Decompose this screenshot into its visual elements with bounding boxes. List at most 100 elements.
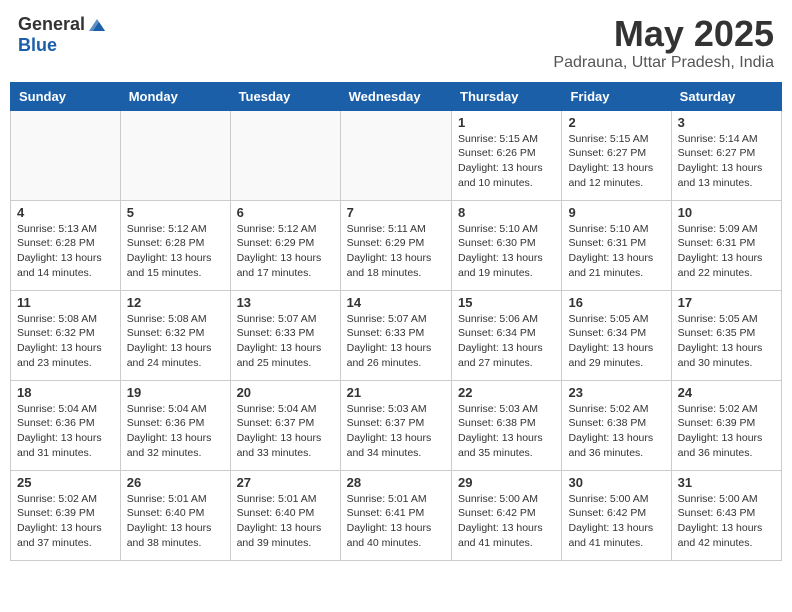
- calendar-table: SundayMondayTuesdayWednesdayThursdayFrid…: [10, 82, 782, 561]
- day-number: 29: [458, 475, 555, 490]
- day-cell: 26Sunrise: 5:01 AM Sunset: 6:40 PM Dayli…: [120, 470, 230, 560]
- day-cell: 23 Sunrise: 5:02 AM Sunset: 6:38 PM Dayli…: [562, 380, 671, 470]
- day-cell: 21Sunrise: 5:03 AM Sunset: 6:37 PM Dayli…: [340, 380, 451, 470]
- day-cell: 25 Sunrise: 5:02 AM Sunset: 6:39 PM Dayli…: [11, 470, 121, 560]
- day-cell: 8Sunrise: 5:10 AM Sunset: 6:30 PM Daylig…: [452, 200, 562, 290]
- day-cell: 30 Sunrise: 5:00 AM Sunset: 6:42 PM Dayli…: [562, 470, 671, 560]
- weekday-header-monday: Monday: [120, 82, 230, 110]
- day-info: Sunrise: 5:07 AM Sunset: 6:33 PM Dayligh…: [237, 312, 334, 371]
- weekday-header-thursday: Thursday: [452, 82, 562, 110]
- day-info: Sunrise: 5:03 AM Sunset: 6:38 PM Dayligh…: [458, 402, 555, 461]
- day-cell: 31Sunrise: 5:00 AM Sunset: 6:43 PM Dayli…: [671, 470, 781, 560]
- day-info: Sunrise: 5:00 AM Sunset: 6:42 PM Dayligh…: [568, 492, 664, 551]
- day-info: Sunrise: 5:10 AM Sunset: 6:30 PM Dayligh…: [458, 222, 555, 281]
- day-info: Sunrise: 5:08 AM Sunset: 6:32 PM Dayligh…: [127, 312, 224, 371]
- day-number: 10: [678, 205, 775, 220]
- day-cell: 29 Sunrise: 5:00 AM Sunset: 6:42 PM Dayli…: [452, 470, 562, 560]
- day-number: 12: [127, 295, 224, 310]
- day-number: 11: [17, 295, 114, 310]
- day-info: Sunrise: 5:08 AM Sunset: 6:32 PM Dayligh…: [17, 312, 114, 371]
- day-cell: 2 Sunrise: 5:15 AM Sunset: 6:27 PM Daylig…: [562, 110, 671, 200]
- day-cell: 10 Sunrise: 5:09 AM Sunset: 6:31 PM Dayli…: [671, 200, 781, 290]
- day-info: Sunrise: 5:01 AM Sunset: 6:40 PM Dayligh…: [237, 492, 334, 551]
- location: Padrauna, Uttar Pradesh, India: [553, 54, 774, 72]
- day-number: 19: [127, 385, 224, 400]
- day-info: Sunrise: 5:00 AM Sunset: 6:42 PM Dayligh…: [458, 492, 555, 551]
- day-number: 5: [127, 205, 224, 220]
- day-cell: 7 Sunrise: 5:11 AM Sunset: 6:29 PM Daylig…: [340, 200, 451, 290]
- logo-icon: [87, 15, 107, 35]
- day-info: Sunrise: 5:06 AM Sunset: 6:34 PM Dayligh…: [458, 312, 555, 371]
- weekday-header-row: SundayMondayTuesdayWednesdayThursdayFrid…: [11, 82, 782, 110]
- weekday-header-sunday: Sunday: [11, 82, 121, 110]
- day-info: Sunrise: 5:04 AM Sunset: 6:36 PM Dayligh…: [17, 402, 114, 461]
- day-cell: 1Sunrise: 5:15 AM Sunset: 6:26 PM Daylig…: [452, 110, 562, 200]
- day-number: 22: [458, 385, 555, 400]
- day-cell: 16 Sunrise: 5:05 AM Sunset: 6:34 PM Dayli…: [562, 290, 671, 380]
- day-cell: 14 Sunrise: 5:07 AM Sunset: 6:33 PM Dayli…: [340, 290, 451, 380]
- day-info: Sunrise: 5:02 AM Sunset: 6:38 PM Dayligh…: [568, 402, 664, 461]
- day-number: 24: [678, 385, 775, 400]
- day-cell: 4 Sunrise: 5:13 AM Sunset: 6:28 PM Daylig…: [11, 200, 121, 290]
- day-cell: 28 Sunrise: 5:01 AM Sunset: 6:41 PM Dayli…: [340, 470, 451, 560]
- month-title: May 2025: [553, 14, 774, 54]
- day-number: 17: [678, 295, 775, 310]
- day-cell: 27Sunrise: 5:01 AM Sunset: 6:40 PM Dayli…: [230, 470, 340, 560]
- day-info: Sunrise: 5:01 AM Sunset: 6:40 PM Dayligh…: [127, 492, 224, 551]
- weekday-header-saturday: Saturday: [671, 82, 781, 110]
- day-number: 15: [458, 295, 555, 310]
- day-number: 25: [17, 475, 114, 490]
- day-number: 23: [568, 385, 664, 400]
- day-cell: [11, 110, 121, 200]
- day-cell: 20Sunrise: 5:04 AM Sunset: 6:37 PM Dayli…: [230, 380, 340, 470]
- day-info: Sunrise: 5:01 AM Sunset: 6:41 PM Dayligh…: [347, 492, 445, 551]
- day-number: 4: [17, 205, 114, 220]
- day-number: 18: [17, 385, 114, 400]
- day-info: Sunrise: 5:07 AM Sunset: 6:33 PM Dayligh…: [347, 312, 445, 371]
- day-number: 6: [237, 205, 334, 220]
- day-cell: 15 Sunrise: 5:06 AM Sunset: 6:34 PM Dayli…: [452, 290, 562, 380]
- weekday-header-friday: Friday: [562, 82, 671, 110]
- day-number: 20: [237, 385, 334, 400]
- day-cell: 3Sunrise: 5:14 AM Sunset: 6:27 PM Daylig…: [671, 110, 781, 200]
- logo: General Blue: [18, 14, 107, 56]
- day-number: 13: [237, 295, 334, 310]
- day-info: Sunrise: 5:12 AM Sunset: 6:29 PM Dayligh…: [237, 222, 334, 281]
- logo-blue-text: Blue: [18, 35, 57, 56]
- day-cell: 22 Sunrise: 5:03 AM Sunset: 6:38 PM Dayli…: [452, 380, 562, 470]
- day-info: Sunrise: 5:10 AM Sunset: 6:31 PM Dayligh…: [568, 222, 664, 281]
- day-info: Sunrise: 5:04 AM Sunset: 6:36 PM Dayligh…: [127, 402, 224, 461]
- day-number: 7: [347, 205, 445, 220]
- day-number: 28: [347, 475, 445, 490]
- day-info: Sunrise: 5:09 AM Sunset: 6:31 PM Dayligh…: [678, 222, 775, 281]
- day-info: Sunrise: 5:14 AM Sunset: 6:27 PM Dayligh…: [678, 132, 775, 191]
- day-number: 14: [347, 295, 445, 310]
- day-info: Sunrise: 5:05 AM Sunset: 6:34 PM Dayligh…: [568, 312, 664, 371]
- logo-general-text: General: [18, 14, 85, 35]
- day-info: Sunrise: 5:15 AM Sunset: 6:27 PM Dayligh…: [568, 132, 664, 191]
- day-info: Sunrise: 5:02 AM Sunset: 6:39 PM Dayligh…: [678, 402, 775, 461]
- week-row-5: 25 Sunrise: 5:02 AM Sunset: 6:39 PM Dayli…: [11, 470, 782, 560]
- day-info: Sunrise: 5:00 AM Sunset: 6:43 PM Dayligh…: [678, 492, 775, 551]
- day-cell: 17Sunrise: 5:05 AM Sunset: 6:35 PM Dayli…: [671, 290, 781, 380]
- day-cell: 19 Sunrise: 5:04 AM Sunset: 6:36 PM Dayli…: [120, 380, 230, 470]
- day-number: 21: [347, 385, 445, 400]
- day-number: 16: [568, 295, 664, 310]
- day-info: Sunrise: 5:13 AM Sunset: 6:28 PM Dayligh…: [17, 222, 114, 281]
- day-cell: [120, 110, 230, 200]
- day-cell: 6 Sunrise: 5:12 AM Sunset: 6:29 PM Daylig…: [230, 200, 340, 290]
- week-row-2: 4 Sunrise: 5:13 AM Sunset: 6:28 PM Daylig…: [11, 200, 782, 290]
- day-cell: [230, 110, 340, 200]
- day-cell: 5Sunrise: 5:12 AM Sunset: 6:28 PM Daylig…: [120, 200, 230, 290]
- title-area: May 2025 Padrauna, Uttar Pradesh, India: [553, 14, 774, 72]
- day-cell: [340, 110, 451, 200]
- day-cell: 11 Sunrise: 5:08 AM Sunset: 6:32 PM Dayli…: [11, 290, 121, 380]
- day-info: Sunrise: 5:02 AM Sunset: 6:39 PM Dayligh…: [17, 492, 114, 551]
- week-row-3: 11 Sunrise: 5:08 AM Sunset: 6:32 PM Dayli…: [11, 290, 782, 380]
- day-cell: 9Sunrise: 5:10 AM Sunset: 6:31 PM Daylig…: [562, 200, 671, 290]
- day-info: Sunrise: 5:15 AM Sunset: 6:26 PM Dayligh…: [458, 132, 555, 191]
- day-info: Sunrise: 5:11 AM Sunset: 6:29 PM Dayligh…: [347, 222, 445, 281]
- day-number: 30: [568, 475, 664, 490]
- day-number: 2: [568, 115, 664, 130]
- weekday-header-tuesday: Tuesday: [230, 82, 340, 110]
